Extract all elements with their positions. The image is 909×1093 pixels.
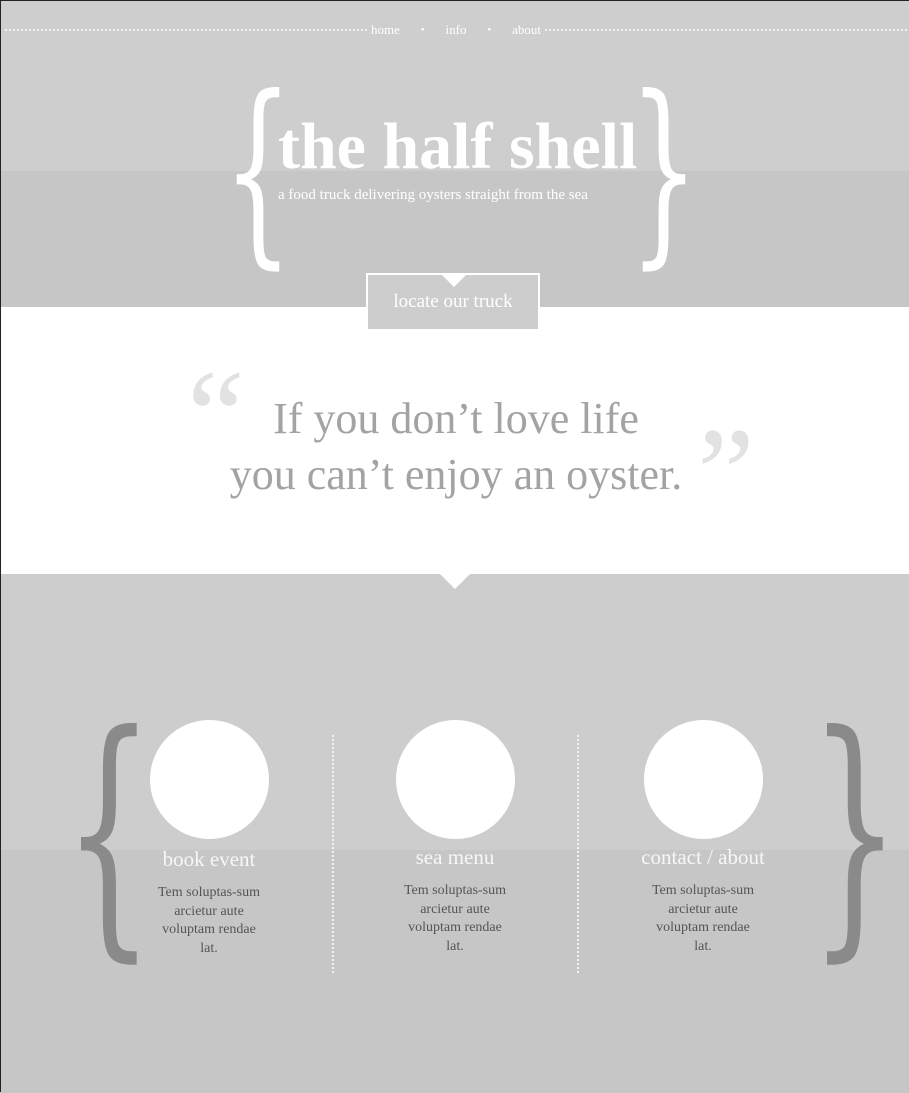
features-brace-close: } [809,679,901,984]
column-divider [332,735,334,973]
feature-title-sea-menu[interactable]: sea menu [416,845,495,870]
nav-separator: • [487,24,492,36]
feature-description: Tem soluptas-sum arcietur aute voluptam … [651,883,755,954]
nav-link-info[interactable]: info [446,22,467,38]
feature-title-contact-about[interactable]: contact / about [641,845,765,870]
feature-image-placeholder[interactable] [395,720,515,839]
nav-rule-left [5,29,367,31]
quote-line-1: If you don’t love life [273,394,639,443]
feature-image-placeholder[interactable] [149,720,269,839]
quote-line-2: you can’t enjoy an oyster. [229,450,683,499]
site-tagline: a food truck delivering oysters straight… [278,187,588,203]
feature-title-book-event[interactable]: book event [163,847,256,872]
site-title: the half shell [278,110,638,183]
nav-rule-right [545,29,907,31]
feature-contact-about: contact / about Tem soluptas-sum arcietu… [613,720,793,956]
section-pointer [439,573,471,589]
quote-text: If you don’t love life you can’t enjoy a… [201,391,711,503]
nav-link-home[interactable]: home [371,22,400,38]
nav-link-about[interactable]: about [512,22,541,38]
top-nav: home • info • about [371,20,541,40]
feature-book-event: book event Tem soluptas-sum arcietur aut… [119,720,299,958]
nav-separator: • [420,24,425,36]
feature-image-placeholder[interactable] [643,720,763,839]
locate-button-notch [440,273,468,287]
title-brace-close: } [629,54,699,287]
locate-truck-label: locate our truck [393,291,513,312]
feature-description: Tem soluptas-sum arcietur aute voluptam … [157,885,261,956]
column-divider [577,735,579,973]
feature-description: Tem soluptas-sum arcietur aute voluptam … [403,883,507,954]
feature-sea-menu: sea menu Tem soluptas-sum arcietur aute … [365,720,545,956]
